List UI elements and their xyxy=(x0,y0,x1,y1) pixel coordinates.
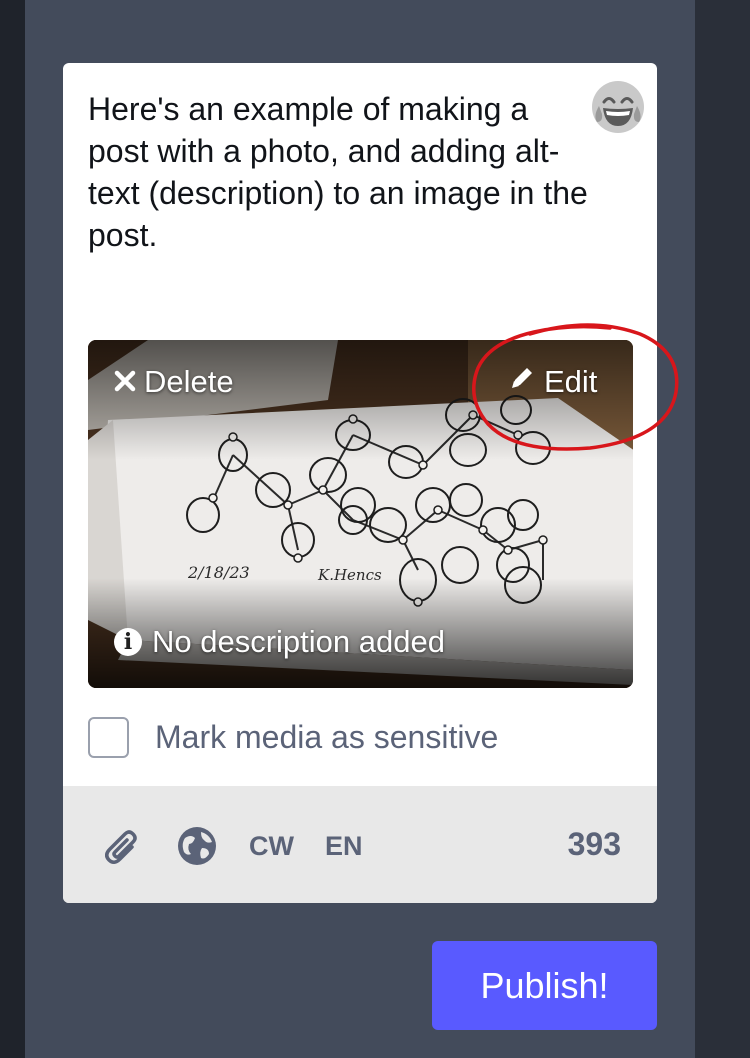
laughing-tears-emoji-icon xyxy=(592,81,644,133)
attach-media-button[interactable] xyxy=(105,826,143,866)
globe-icon xyxy=(178,827,216,865)
compose-toolbar: CW EN 393 xyxy=(63,786,657,903)
delete-label: Delete xyxy=(144,364,234,399)
pencil-icon xyxy=(508,364,536,400)
right-background xyxy=(695,0,750,1058)
language-button[interactable]: EN xyxy=(325,826,363,866)
sensitive-label: Mark media as sensitive xyxy=(155,718,499,755)
delete-media-button[interactable]: Delete xyxy=(114,364,234,400)
info-icon: i xyxy=(114,628,142,656)
media-attachment[interactable]: 2/18/23 K.Hencs Delete Edit i No descrip… xyxy=(88,340,633,688)
character-counter: 393 xyxy=(567,826,621,862)
compose-form: Here's an example of making a post with … xyxy=(63,63,657,903)
edit-label: Edit xyxy=(544,364,598,399)
sensitive-checkbox[interactable] xyxy=(88,716,129,758)
edit-media-button[interactable]: Edit xyxy=(508,364,597,400)
alt-status-label: No description added xyxy=(152,624,445,659)
content-warning-button[interactable]: CW xyxy=(249,826,294,866)
emoji-picker-button[interactable] xyxy=(591,80,645,134)
media-top-overlay xyxy=(88,340,633,460)
language-label: EN xyxy=(325,830,363,861)
publish-button[interactable]: Publish! xyxy=(432,941,657,1030)
close-icon xyxy=(114,364,136,400)
paperclip-icon xyxy=(105,830,137,864)
cw-label: CW xyxy=(249,830,294,861)
sensitive-media-toggle[interactable]: Mark media as sensitive xyxy=(88,714,498,760)
visibility-button[interactable] xyxy=(177,826,217,866)
post-textarea[interactable]: Here's an example of making a post with … xyxy=(88,88,588,256)
left-background xyxy=(0,0,25,1058)
alt-text-status: i No description added xyxy=(114,624,445,660)
